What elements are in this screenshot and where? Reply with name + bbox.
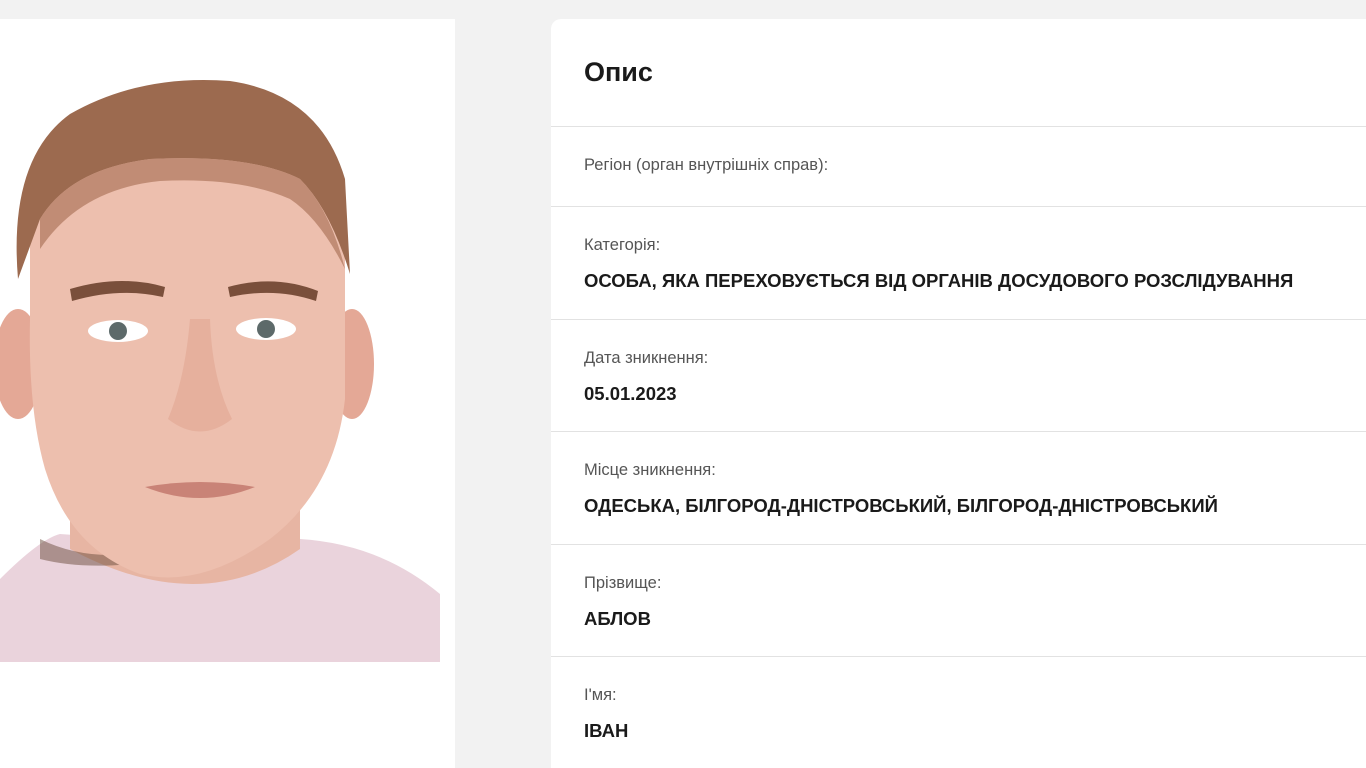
field-value: ОСОБА, ЯКА ПЕРЕХОВУЄТЬСЯ ВІД ОРГАНІВ ДОС…: [584, 270, 1294, 291]
description-card: Опис Регіон (орган внутрішніх справ): Ка…: [551, 19, 1366, 768]
field-value: 05.01.2023: [584, 383, 677, 404]
card-title: Опис: [584, 57, 653, 87]
field-disappearance-date: Дата зникнення: 05.01.2023: [551, 319, 1366, 432]
field-value: АБЛОВ: [584, 608, 651, 629]
field-label: Регіон (орган внутрішніх справ):: [584, 156, 829, 174]
field-label: Місце зникнення:: [584, 461, 716, 479]
field-value: ІВАН: [584, 720, 629, 741]
field-category: Категорія: ОСОБА, ЯКА ПЕРЕХОВУЄТЬСЯ ВІД …: [551, 206, 1366, 319]
field-label: Категорія:: [584, 236, 661, 254]
field-region: Регіон (орган внутрішніх справ):: [551, 126, 1366, 207]
field-label: Прізвище:: [584, 574, 662, 592]
field-first-name: І'мя: ІВАН: [551, 656, 1366, 768]
person-photo: [0, 19, 440, 662]
field-label: І'мя:: [584, 686, 617, 704]
field-disappearance-place: Місце зникнення: ОДЕСЬКА, БІЛГОРОД-ДНІСТ…: [551, 431, 1366, 544]
page: Опис Регіон (орган внутрішніх справ): Ка…: [0, 0, 1366, 768]
photo-card: [0, 19, 455, 768]
field-label: Дата зникнення:: [584, 349, 709, 367]
field-surname: Прізвище: АБЛОВ: [551, 544, 1366, 657]
field-value: ОДЕСЬКА, БІЛГОРОД-ДНІСТРОВСЬКИЙ, БІЛГОРО…: [584, 495, 1218, 516]
